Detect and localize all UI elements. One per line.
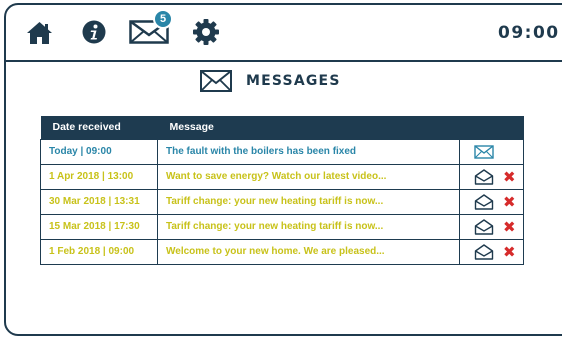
message-preview[interactable]: Tariff change: your new heating tariff i… — [157, 188, 460, 215]
message-date: 1 Feb 2018 | 09:00 — [40, 238, 158, 265]
delete-icon[interactable]: ✖ — [503, 244, 516, 260]
message-actions: ✖ — [459, 213, 524, 240]
message-row[interactable]: 1 Feb 2018 | 09:00 Welcome to your new ho… — [40, 238, 524, 265]
message-row[interactable]: 1 Apr 2018 | 13:00 Want to save energy? W… — [40, 163, 524, 190]
message-actions: ✖ — [459, 188, 524, 215]
read-envelope-icon[interactable] — [474, 243, 494, 260]
message-date: 1 Apr 2018 | 13:00 — [40, 163, 158, 190]
message-date: Today | 09:00 — [40, 138, 158, 165]
message-date: 15 Mar 2018 | 17:30 — [40, 213, 158, 240]
home-icon[interactable] — [26, 21, 53, 45]
delete-icon[interactable]: ✖ — [503, 194, 516, 210]
message-row[interactable]: 30 Mar 2018 | 13:31 Tariff change: your n… — [40, 188, 524, 215]
table-header-row: Date received Message — [40, 116, 524, 139]
message-preview[interactable]: Welcome to your new home. We are pleased… — [157, 238, 460, 265]
message-preview[interactable]: The fault with the boilers has been fixe… — [157, 138, 460, 165]
read-envelope-icon[interactable] — [474, 168, 494, 185]
messages-table: Date received Message Today | 09:00 The f… — [40, 116, 524, 265]
gear-icon[interactable] — [193, 19, 219, 45]
delete-icon[interactable]: ✖ — [503, 169, 516, 185]
message-actions: ✖ — [459, 238, 524, 265]
info-icon[interactable] — [82, 20, 106, 44]
read-envelope-icon[interactable] — [474, 218, 494, 235]
message-preview[interactable]: Tariff change: your new heating tariff i… — [157, 213, 460, 240]
page-title: MESSAGES — [246, 73, 341, 89]
message-row[interactable]: 15 Mar 2018 | 17:30 Tariff change: your n… — [40, 213, 524, 240]
message-date: 30 Mar 2018 | 13:31 — [40, 188, 158, 215]
message-actions — [459, 138, 524, 165]
column-header-date: Date received — [40, 116, 158, 139]
message-preview[interactable]: Want to save energy? Watch our latest vi… — [157, 163, 460, 190]
top-bar: 5 09:00 — [6, 5, 562, 62]
message-row[interactable]: Today | 09:00 The fault with the boilers … — [40, 138, 524, 165]
column-header-actions — [459, 116, 524, 139]
page-heading: MESSAGES — [200, 70, 341, 92]
column-header-message: Message — [157, 116, 460, 139]
mail-icon — [200, 70, 232, 92]
delete-icon[interactable]: ✖ — [503, 219, 516, 235]
unread-count-badge: 5 — [153, 9, 173, 29]
read-envelope-icon[interactable] — [474, 193, 494, 210]
messages-table-body: Today | 09:00 The fault with the boilers … — [40, 138, 524, 265]
unread-envelope-icon[interactable] — [474, 144, 494, 160]
message-actions: ✖ — [459, 163, 524, 190]
clock: 09:00 — [498, 23, 560, 43]
